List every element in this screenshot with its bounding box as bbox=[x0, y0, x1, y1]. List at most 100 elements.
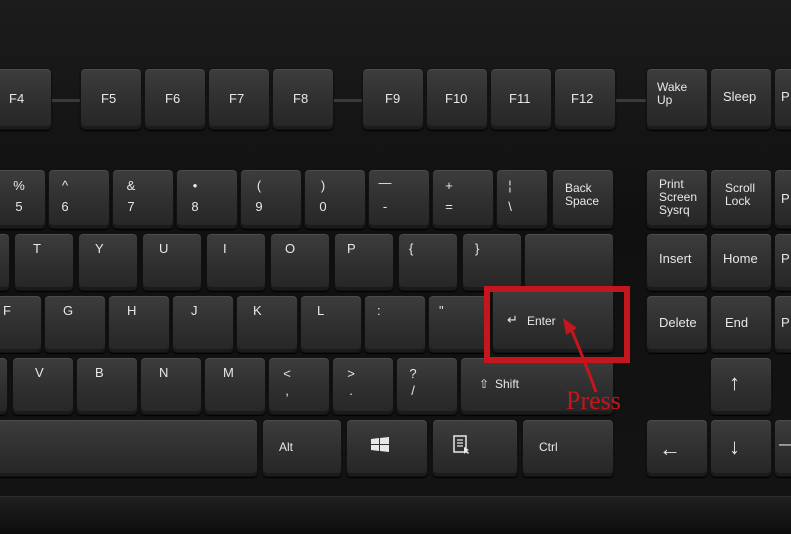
key-label-shift: < bbox=[283, 366, 291, 381]
key-page-down[interactable]: P bbox=[774, 295, 791, 353]
key-power[interactable]: P bbox=[774, 68, 791, 130]
key-space[interactable] bbox=[0, 419, 258, 477]
key-f11[interactable]: F11 bbox=[490, 68, 552, 130]
key-n[interactable]: N bbox=[140, 357, 202, 415]
key-label: P bbox=[781, 251, 790, 266]
key-label: . bbox=[349, 383, 353, 398]
key-8[interactable]: • 8 bbox=[176, 169, 238, 229]
key-minus[interactable]: — - bbox=[368, 169, 430, 229]
key-5[interactable]: % 5 bbox=[0, 169, 46, 229]
key-label: P bbox=[347, 241, 356, 256]
key-label: F8 bbox=[293, 91, 309, 106]
key-end[interactable]: End bbox=[710, 295, 772, 353]
key-label: O bbox=[285, 241, 296, 256]
key-right-brace[interactable]: } bbox=[462, 233, 522, 291]
key-slash[interactable]: ? / bbox=[396, 357, 458, 415]
key-f6[interactable]: F6 bbox=[144, 68, 206, 130]
key-label-shift: • bbox=[192, 178, 198, 193]
key-label: P bbox=[781, 191, 790, 206]
key-f12[interactable]: F12 bbox=[554, 68, 616, 130]
key-y[interactable]: Y bbox=[78, 233, 138, 291]
key-pause[interactable]: P bbox=[774, 169, 791, 229]
key-label: Sleep bbox=[723, 89, 757, 104]
key-t[interactable]: T bbox=[14, 233, 74, 291]
key-label: Wake Up bbox=[657, 80, 688, 107]
key-f9[interactable]: F9 bbox=[362, 68, 424, 130]
key-l[interactable]: L bbox=[300, 295, 362, 353]
key-page-up[interactable]: P bbox=[774, 233, 791, 291]
key-label: 8 bbox=[191, 199, 199, 214]
key-scroll-lock[interactable]: Scroll Lock bbox=[710, 169, 772, 229]
key-label: P bbox=[781, 89, 790, 104]
key-label: F5 bbox=[101, 91, 117, 106]
key-left-brace[interactable]: { bbox=[398, 233, 458, 291]
key-label-shift: + bbox=[445, 178, 453, 193]
key-label: K bbox=[253, 303, 262, 318]
key-label: F bbox=[3, 303, 11, 318]
key-j[interactable]: J bbox=[172, 295, 234, 353]
key-label: 6 bbox=[61, 199, 69, 214]
key-wake-up[interactable]: Wake Up bbox=[646, 68, 708, 130]
key-f8[interactable]: F8 bbox=[272, 68, 334, 130]
key-label: M bbox=[223, 365, 234, 380]
menu-icon bbox=[453, 435, 469, 454]
key-label: F10 bbox=[445, 91, 468, 106]
key-windows[interactable] bbox=[346, 419, 428, 477]
key-home[interactable]: Home bbox=[710, 233, 772, 291]
key-arrow-right[interactable]: — bbox=[774, 419, 791, 477]
key-9[interactable]: (9 bbox=[240, 169, 302, 229]
key-6[interactable]: ^ 6 bbox=[48, 169, 110, 229]
key-label: , bbox=[285, 383, 289, 398]
key-group-connector bbox=[52, 99, 80, 102]
key-label: F9 bbox=[385, 91, 401, 106]
key-backspace[interactable]: Back Space bbox=[552, 169, 614, 229]
key-b[interactable]: B bbox=[76, 357, 138, 415]
key-enter-upper[interactable] bbox=[524, 233, 614, 291]
key-label: Insert bbox=[659, 251, 692, 266]
key-label: } bbox=[475, 241, 480, 256]
windows-logo-icon bbox=[371, 437, 389, 452]
key-backslash[interactable]: ¦ \ bbox=[496, 169, 548, 229]
key-insert[interactable]: Insert bbox=[646, 233, 708, 291]
key-equals[interactable]: + = bbox=[432, 169, 494, 229]
key-label: F12 bbox=[571, 91, 594, 106]
key-k[interactable]: K bbox=[236, 295, 298, 353]
key-sleep[interactable]: Sleep bbox=[710, 68, 772, 130]
key-i[interactable]: I bbox=[206, 233, 266, 291]
key-f4[interactable]: F4 bbox=[0, 68, 52, 130]
key-f10[interactable]: F10 bbox=[426, 68, 488, 130]
key-group-connector bbox=[616, 99, 646, 102]
key-7[interactable]: & 7 bbox=[112, 169, 174, 229]
key-alt[interactable]: Alt bbox=[262, 419, 342, 477]
key-arrow-left[interactable]: ← bbox=[646, 419, 708, 477]
key-partial-left-2[interactable] bbox=[0, 357, 8, 415]
key-f[interactable]: F bbox=[0, 295, 42, 353]
key-label: = bbox=[445, 199, 453, 214]
key-label: Y bbox=[95, 241, 104, 256]
key-arrow-down[interactable]: ↓ bbox=[710, 419, 772, 477]
key-label: 7 bbox=[127, 199, 135, 214]
key-p[interactable]: P bbox=[334, 233, 394, 291]
key-label-shift: ? bbox=[409, 366, 417, 381]
key-arrow-up[interactable]: ↑ bbox=[710, 357, 772, 415]
key-label: ↑ bbox=[729, 370, 740, 395]
key-g[interactable]: G bbox=[44, 295, 106, 353]
key-partial-left[interactable] bbox=[0, 233, 10, 291]
key-u[interactable]: U bbox=[142, 233, 202, 291]
key-v[interactable]: V bbox=[12, 357, 74, 415]
key-label: F6 bbox=[165, 91, 181, 106]
key-o[interactable]: O bbox=[270, 233, 330, 291]
key-label: Delete bbox=[659, 315, 697, 330]
key-menu[interactable] bbox=[432, 419, 518, 477]
key-print-screen[interactable]: Print Screen Sysrq bbox=[646, 169, 708, 229]
key-colon[interactable]: : bbox=[364, 295, 426, 353]
key-h[interactable]: H bbox=[108, 295, 170, 353]
key-label: F11 bbox=[509, 91, 531, 106]
key-f5[interactable]: F5 bbox=[80, 68, 142, 130]
key-f7[interactable]: F7 bbox=[208, 68, 270, 130]
key-delete[interactable]: Delete bbox=[646, 295, 708, 353]
key-label: U bbox=[159, 241, 169, 256]
key-quote[interactable]: " bbox=[428, 295, 490, 353]
key-label: Shift bbox=[495, 377, 520, 391]
key-ctrl[interactable]: Ctrl bbox=[522, 419, 614, 477]
